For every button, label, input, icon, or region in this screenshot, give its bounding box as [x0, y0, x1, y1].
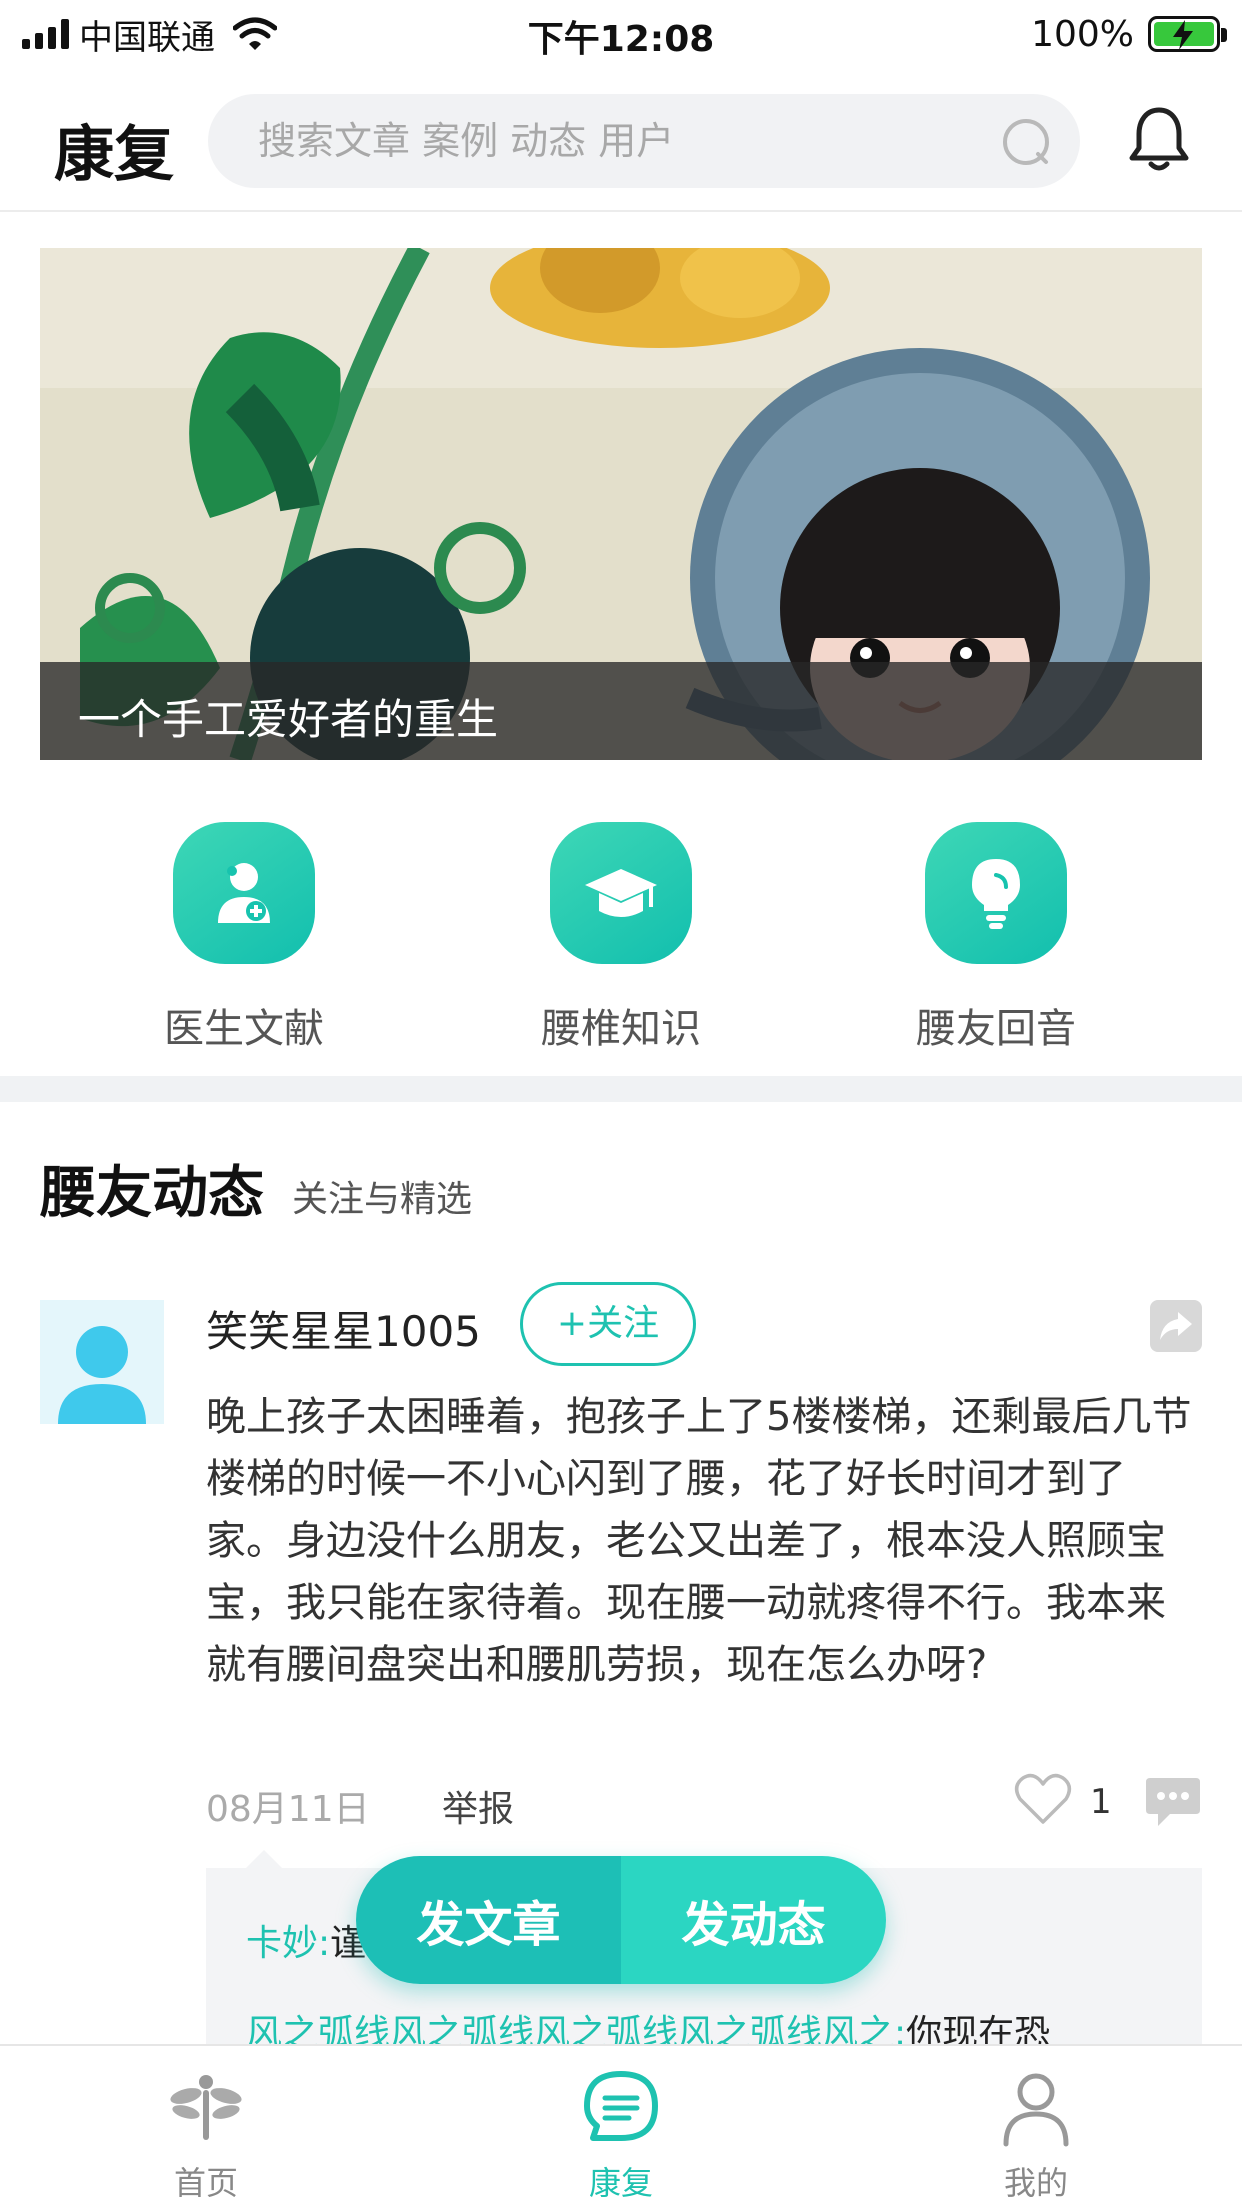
category-lumbar-knowledge[interactable]: 腰椎知识: [491, 822, 751, 1054]
chat-bubble-icon: [584, 2071, 658, 2141]
avatar[interactable]: [40, 1300, 164, 1424]
post-username[interactable]: 笑笑星星1005: [206, 1298, 481, 1359]
tab-rehab[interactable]: 康复: [511, 2068, 731, 2204]
like-count: 1: [1090, 1782, 1112, 1822]
bottom-tab-bar: 首页 康复 我的: [0, 2044, 1242, 2210]
tab-mine[interactable]: 我的: [926, 2068, 1146, 2204]
doctor-icon: [173, 822, 315, 964]
search-icon[interactable]: [1000, 116, 1052, 168]
category-label: 腰友回音: [916, 1006, 1076, 1052]
battery-icon: [1148, 16, 1227, 52]
tab-label: 我的: [1003, 2164, 1068, 2202]
tab-home[interactable]: 首页: [96, 2068, 316, 2204]
bell-icon[interactable]: [1124, 104, 1194, 174]
category-friend-echo[interactable]: 腰友回音: [866, 822, 1126, 1054]
section-subtitle[interactable]: 关注与精选: [292, 1170, 472, 1222]
tab-label: 康复: [588, 2164, 653, 2202]
tab-label: 首页: [173, 2164, 238, 2202]
report-button[interactable]: 举报: [442, 1780, 514, 1832]
section-divider: [0, 1076, 1242, 1102]
category-label: 腰椎知识: [541, 1006, 701, 1052]
battery-percent: 100%: [1031, 13, 1134, 55]
graduation-cap-icon: [550, 822, 692, 964]
dragonfly-icon: [170, 2075, 242, 2140]
search-input[interactable]: [256, 112, 960, 170]
share-icon[interactable]: [1150, 1300, 1202, 1352]
category-grid: 医生文献 腰椎知识 腰友回音: [0, 822, 1242, 1052]
page-title: 康复: [54, 120, 174, 190]
default-avatar-icon: [58, 1326, 146, 1424]
status-right: 100%: [1031, 10, 1227, 58]
status-bar: 中国联通 下午12:08 100%: [0, 0, 1242, 68]
section-title: 腰友动态: [40, 1161, 264, 1226]
person-icon: [1003, 2073, 1069, 2147]
post-article-button[interactable]: 发文章: [356, 1856, 621, 1984]
post-content: 晚上孩子太困睡着，抱孩子上了5楼楼梯，还剩最后几节楼梯的时候一不小心闪到了腰，花…: [206, 1394, 1192, 1688]
lightbulb-icon: [925, 822, 1067, 964]
comment-item[interactable]: 卡妙:谨: [246, 1914, 366, 1966]
search-bar[interactable]: [208, 94, 1080, 188]
category-label: 医生文献: [164, 1006, 324, 1052]
banner-caption-bar: 一个手工爱好者的重生: [40, 662, 1202, 760]
top-header: 康复: [0, 68, 1242, 212]
heart-icon[interactable]: [1014, 1772, 1072, 1826]
publish-fab: 发文章 发动态: [356, 1856, 886, 1984]
comment-icon[interactable]: [1144, 1774, 1202, 1828]
banner-caption: 一个手工爱好者的重生: [78, 695, 499, 744]
post-date: 08月11日: [206, 1789, 370, 1830]
follow-button[interactable]: +关注: [520, 1282, 696, 1366]
category-doctor-literature[interactable]: 医生文献: [114, 822, 374, 1054]
post-update-button[interactable]: 发动态: [621, 1856, 886, 1984]
banner-carousel[interactable]: 一个手工爱好者的重生: [40, 248, 1202, 760]
comment-user[interactable]: 卡妙:: [246, 1923, 330, 1964]
